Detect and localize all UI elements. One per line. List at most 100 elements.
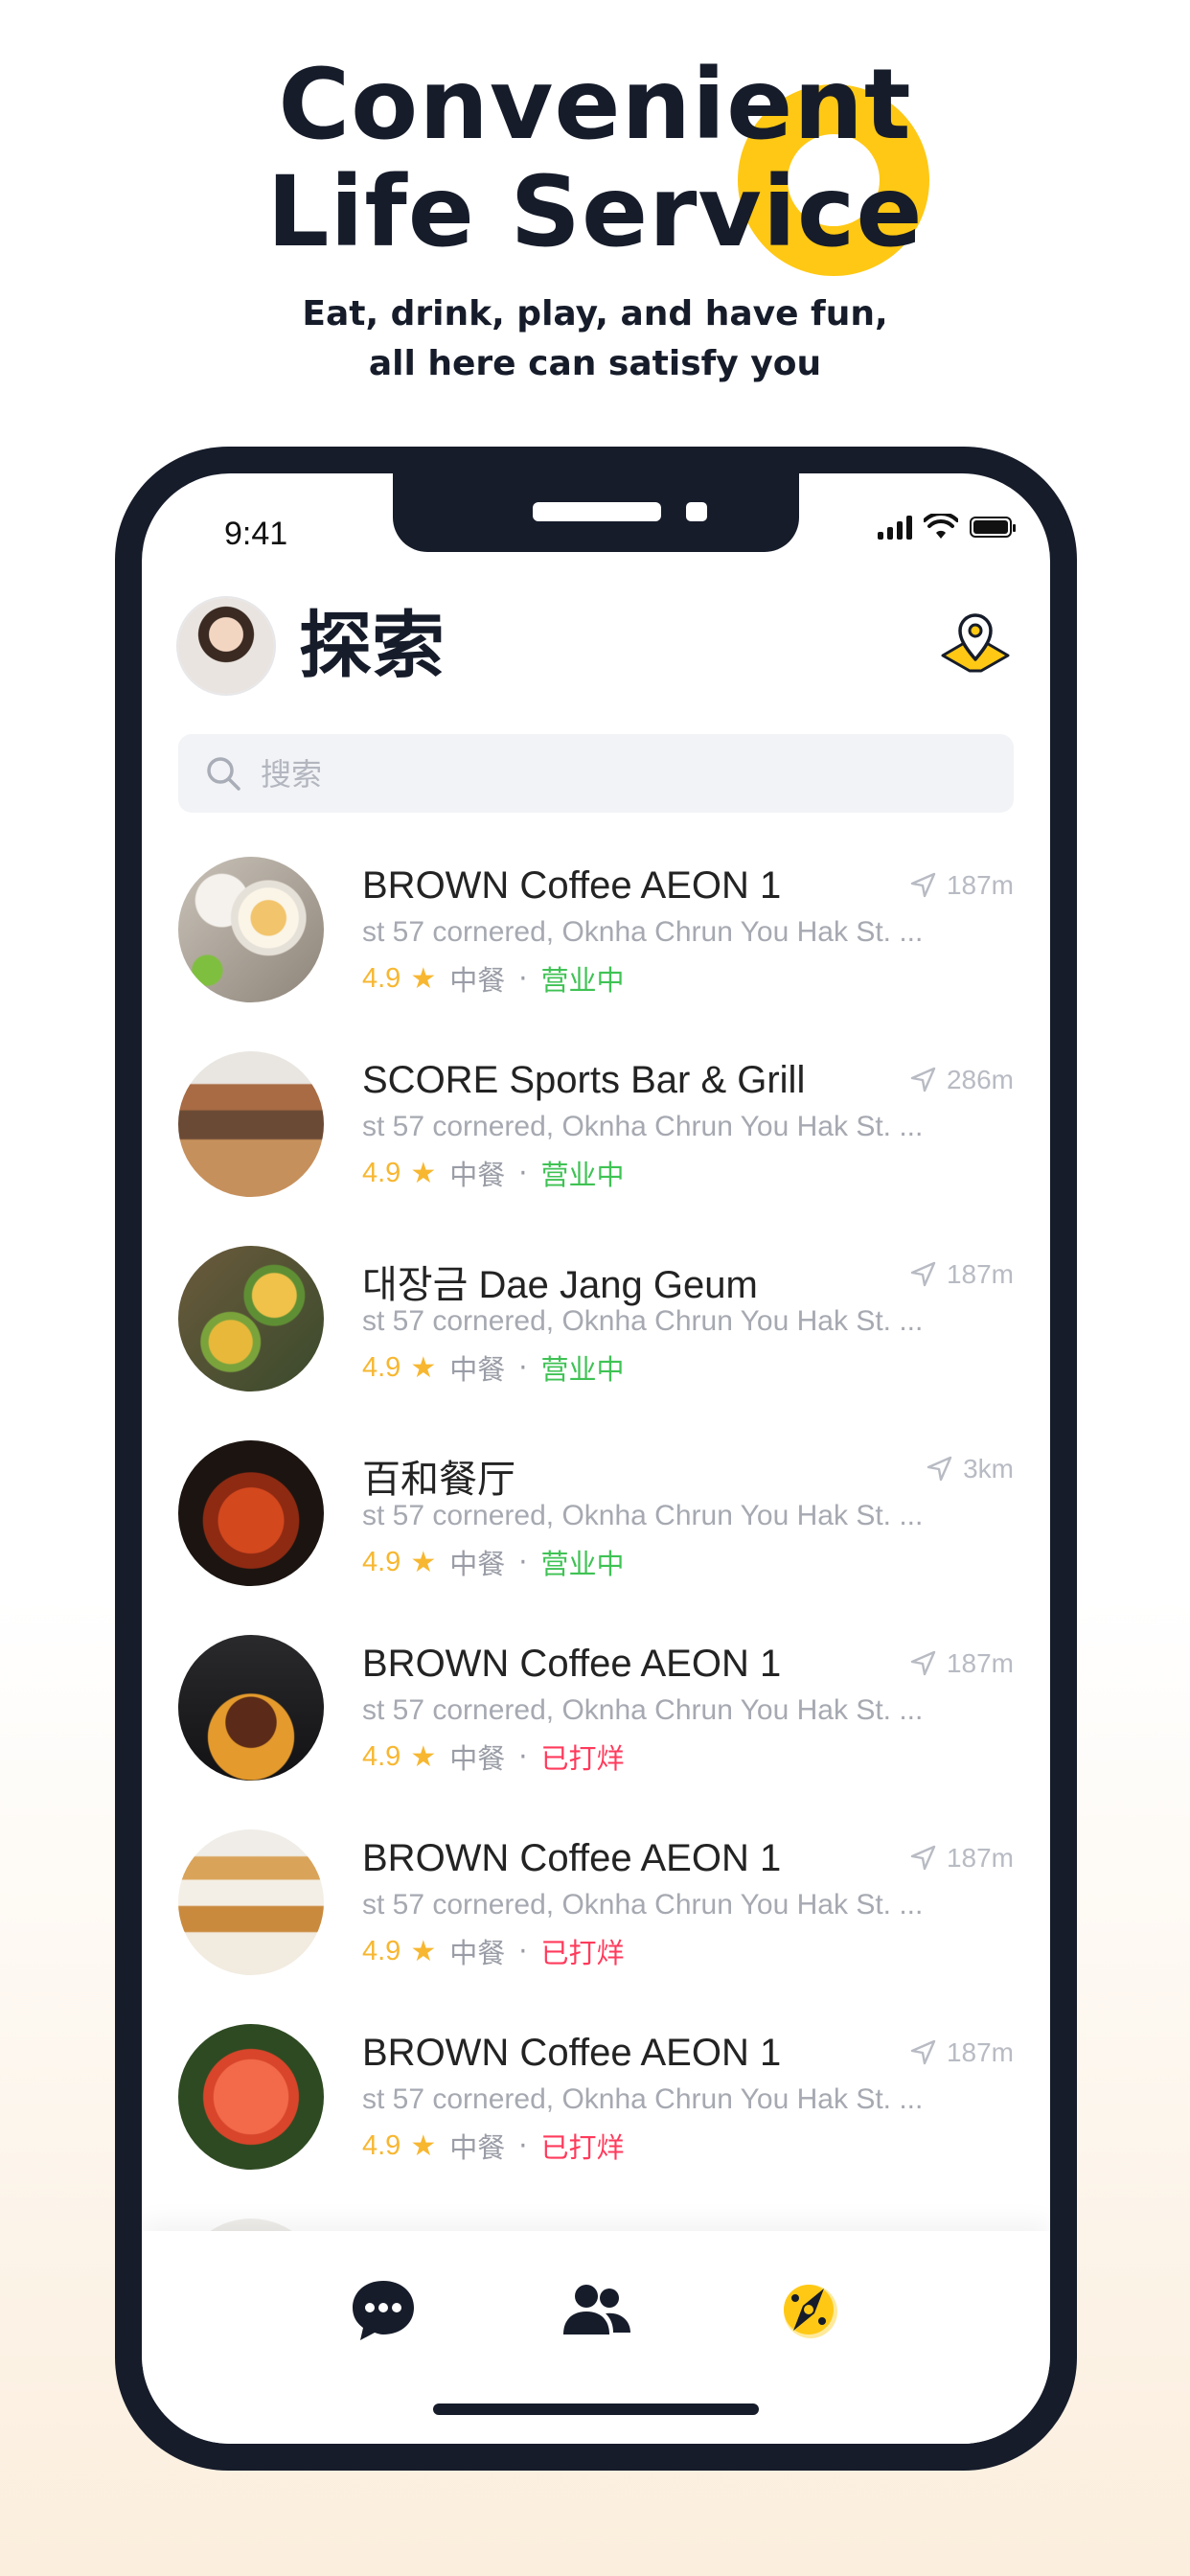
restaurant-address: st 57 cornered, Oknha Chrun You Hak St. … <box>362 1111 924 1142</box>
restaurant-meta: 4.9 ★ 中餐 · 已打烊 <box>362 1931 624 1971</box>
signal-icon <box>878 515 912 540</box>
restaurant-meta: 4.9 ★ 中餐 · 营业中 <box>362 1347 624 1388</box>
restaurant-distance: 187m <box>908 2037 1014 2068</box>
star-icon: ★ <box>410 1350 437 1385</box>
status-badge: 营业中 <box>540 1548 625 1580</box>
star-icon: ★ <box>410 1739 437 1774</box>
restaurant-name: BROWN Coffee AEON 1 <box>362 864 782 907</box>
app-header: 探索 <box>178 598 1014 698</box>
rating-value: 4.9 <box>362 962 401 994</box>
list-item[interactable]: BROWN Coffee AEON 1 187m st 57 cornered,… <box>178 1829 1014 2024</box>
distance-value: 3km <box>963 1454 1014 1484</box>
distance-value: 187m <box>946 1259 1014 1289</box>
separator-dot: · <box>518 1935 528 1967</box>
restaurant-address: st 57 cornered, Oknha Chrun You Hak St. … <box>362 1694 924 1726</box>
separator-dot: · <box>518 1740 528 1773</box>
rating-value: 4.9 <box>362 1740 401 1772</box>
restaurant-address: st 57 cornered, Oknha Chrun You Hak St. … <box>362 1889 924 1920</box>
restaurant-name: SCORE Sports Bar & Grill <box>362 1059 806 1101</box>
restaurant-thumbnail <box>178 1829 324 1975</box>
battery-icon <box>970 517 1016 538</box>
status-badge: 营业中 <box>540 1159 625 1191</box>
rating-value: 4.9 <box>362 1546 401 1577</box>
restaurant-name: 대장금 Dae Jang Geum <box>362 1264 758 1306</box>
restaurant-distance: 286m <box>908 1065 1014 1095</box>
separator-dot: · <box>518 1157 528 1189</box>
speaker-grille <box>533 502 661 521</box>
cuisine-label: 中餐 <box>449 1937 506 1969</box>
restaurant-address: st 57 cornered, Oknha Chrun You Hak St. … <box>362 916 924 948</box>
separator-dot: · <box>518 1351 528 1384</box>
restaurant-address: st 57 cornered, Oknha Chrun You Hak St. … <box>362 1500 924 1531</box>
chat-bubble-icon[interactable] <box>345 2271 422 2348</box>
star-icon: ★ <box>410 1545 437 1579</box>
search-bar[interactable] <box>178 734 1014 815</box>
restaurant-thumbnail <box>178 1051 324 1197</box>
restaurant-distance: 187m <box>908 1843 1014 1874</box>
restaurant-distance: 187m <box>908 870 1014 901</box>
map-pin-icon[interactable] <box>937 602 1014 678</box>
status-badge: 营业中 <box>540 964 625 997</box>
restaurant-address: st 57 cornered, Oknha Chrun You Hak St. … <box>362 1305 924 1337</box>
navigation-arrow-icon <box>910 1845 936 1871</box>
cuisine-label: 中餐 <box>449 1353 506 1386</box>
list-item[interactable]: BROWN Coffee AEON 1 187m st 57 cornered,… <box>178 2024 1014 2219</box>
restaurant-meta: 4.9 ★ 中餐 · 营业中 <box>362 1542 624 1582</box>
rating-value: 4.9 <box>362 1935 401 1966</box>
cuisine-label: 中餐 <box>449 1548 506 1580</box>
list-item[interactable]: BROWN Coffee AEON 1 187m st 57 cornered,… <box>178 857 1014 1051</box>
phone-frame: 9:41 探索 搜索 BROWN Coffee AEON 1 187m st 5… <box>115 447 1077 2471</box>
search-input[interactable] <box>259 734 991 815</box>
home-indicator <box>433 2404 759 2415</box>
star-icon: ★ <box>410 2128 437 2163</box>
page-title: 探索 <box>299 603 445 688</box>
distance-value: 187m <box>946 870 1014 900</box>
restaurant-thumbnail <box>178 1246 324 1392</box>
status-badge: 已打烊 <box>540 1937 625 1969</box>
status-badge: 已打烊 <box>540 1742 625 1775</box>
distance-value: 187m <box>946 1648 1014 1678</box>
restaurant-name: BROWN Coffee AEON 1 <box>362 1837 782 1879</box>
status-icons <box>878 514 1016 540</box>
search-icon <box>207 757 240 791</box>
rating-value: 4.9 <box>362 2129 401 2161</box>
hero-subtitle: Eat, drink, play, and have fun, all here… <box>302 294 888 383</box>
restaurant-thumbnail <box>178 857 324 1002</box>
cuisine-label: 中餐 <box>449 964 506 997</box>
restaurant-thumbnail <box>178 1635 324 1781</box>
separator-dot: · <box>518 962 528 995</box>
cuisine-label: 中餐 <box>449 1742 506 1775</box>
restaurant-meta: 4.9 ★ 中餐 · 营业中 <box>362 958 624 999</box>
restaurant-name: BROWN Coffee AEON 1 <box>362 2032 782 2074</box>
restaurant-thumbnail <box>178 2024 324 2170</box>
status-badge: 已打烊 <box>540 2131 625 2164</box>
restaurant-name: 百和餐厅 <box>362 1459 515 1501</box>
wifi-icon <box>924 514 958 539</box>
navigation-arrow-icon <box>910 1650 936 1676</box>
restaurant-meta: 4.9 ★ 中餐 · 已打烊 <box>362 2126 624 2166</box>
avatar[interactable] <box>178 598 274 694</box>
rating-value: 4.9 <box>362 1351 401 1383</box>
restaurant-distance: 187m <box>908 1648 1014 1679</box>
distance-value: 187m <box>946 1843 1014 1873</box>
list-item[interactable]: 대장금 Dae Jang Geum 187m st 57 cornered, O… <box>178 1246 1014 1440</box>
status-badge: 营业中 <box>540 1353 625 1386</box>
explore-icon[interactable] <box>770 2271 847 2348</box>
restaurant-thumbnail <box>178 1440 324 1586</box>
navigation-arrow-icon <box>910 1261 936 1287</box>
list-item[interactable]: BROWN Coffee AEON 1 187m st 57 cornered,… <box>178 1635 1014 1829</box>
restaurant-list: BROWN Coffee AEON 1 187m st 57 cornered,… <box>178 857 1014 2257</box>
list-item[interactable]: 百和餐厅 3km st 57 cornered, Oknha Chrun You… <box>178 1440 1014 1635</box>
cuisine-label: 中餐 <box>449 2131 506 2164</box>
restaurant-meta: 4.9 ★ 中餐 · 已打烊 <box>362 1736 624 1777</box>
star-icon: ★ <box>410 1156 437 1190</box>
restaurant-meta: 4.9 ★ 中餐 · 营业中 <box>362 1153 624 1193</box>
front-camera <box>686 502 707 521</box>
list-item[interactable]: SCORE Sports Bar & Grill 286m st 57 corn… <box>178 1051 1014 1246</box>
contacts-icon[interactable] <box>558 2271 634 2348</box>
navigation-arrow-icon <box>910 872 936 898</box>
star-icon: ★ <box>410 1934 437 1968</box>
phone-notch <box>393 473 799 552</box>
navigation-arrow-icon <box>910 1067 936 1092</box>
restaurant-address: st 57 cornered, Oknha Chrun You Hak St. … <box>362 2083 924 2115</box>
